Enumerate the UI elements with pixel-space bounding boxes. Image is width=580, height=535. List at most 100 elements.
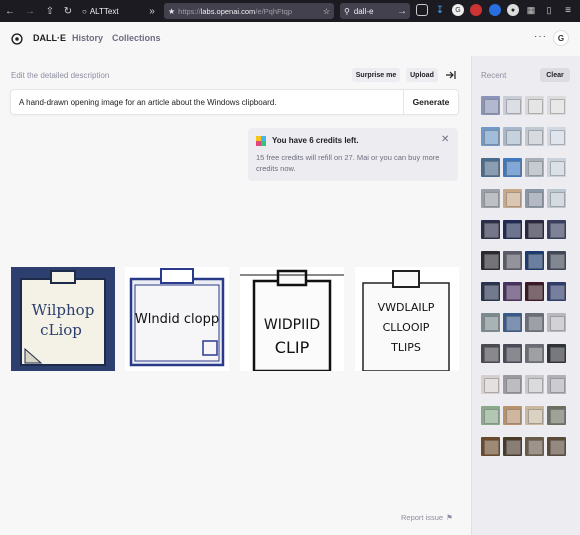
nav-collections[interactable]: Collections [112, 33, 161, 43]
recent-thumbnail[interactable] [503, 344, 522, 363]
recent-thumbnail[interactable] [525, 189, 544, 208]
recent-title: Recent [481, 71, 507, 80]
recent-thumbnail[interactable] [503, 96, 522, 115]
go-arrow-icon[interactable]: → [394, 2, 410, 20]
report-issue-label: Report issue [401, 513, 444, 522]
recent-thumbnail[interactable] [547, 158, 566, 177]
recent-thumbnail[interactable] [547, 344, 566, 363]
bookmark-altext[interactable]: ○ ALTText [82, 3, 119, 19]
recent-grid [481, 96, 573, 456]
recent-thumbnail[interactable] [547, 127, 566, 146]
recent-thumbnail[interactable] [481, 406, 500, 425]
more-options-icon[interactable]: ··· [534, 31, 547, 42]
recent-thumbnail[interactable] [481, 251, 500, 270]
extensions-puzzle-icon[interactable]: ▦ [525, 4, 537, 16]
result-image-3[interactable]: WIDPIID CLIP [240, 267, 344, 371]
prompt-text[interactable]: A hand-drawn opening image for an articl… [19, 98, 277, 107]
result-image-4[interactable]: VWDLAILP CLLOOIP TLIPS [355, 267, 459, 371]
pocket-icon[interactable] [416, 4, 428, 16]
recent-thumbnail[interactable] [503, 313, 522, 332]
back-icon[interactable]: ← [2, 2, 18, 20]
bookmark-star-icon[interactable]: ☆ [323, 7, 330, 16]
recent-thumbnail[interactable] [525, 158, 544, 177]
search-text: dall-e [353, 6, 374, 16]
avatar[interactable]: G [553, 30, 569, 46]
recent-thumbnail[interactable] [525, 127, 544, 146]
recent-thumbnail[interactable] [525, 251, 544, 270]
recent-thumbnail[interactable] [503, 282, 522, 301]
recent-thumbnail[interactable] [547, 375, 566, 394]
credits-notice: You have 6 credits left. 15 free credits… [248, 128, 458, 181]
globe-icon: ○ [82, 6, 87, 16]
openai-logo-icon[interactable] [10, 32, 24, 46]
generate-button[interactable]: Generate [404, 90, 458, 114]
recent-thumbnail[interactable] [503, 437, 522, 456]
recent-thumbnail[interactable] [481, 375, 500, 394]
home-upload-icon[interactable]: ⇧ [42, 2, 58, 20]
app-name[interactable]: DALL·E [33, 33, 66, 43]
recent-thumbnail[interactable] [503, 127, 522, 146]
forward-icon[interactable]: → [22, 2, 38, 20]
browser-toolbar: ← → ⇧ ↻ ○ ALTText » ★ https://labs.opena… [0, 0, 580, 22]
report-issue-link[interactable]: Report issue ⚑ [401, 513, 453, 522]
downloads-icon[interactable]: ↧ [434, 4, 446, 16]
nav-history[interactable]: History [72, 33, 103, 43]
recent-thumbnail[interactable] [525, 375, 544, 394]
reload-icon[interactable]: ↻ [60, 2, 76, 20]
recent-thumbnail[interactable] [503, 220, 522, 239]
recent-thumbnail[interactable] [547, 406, 566, 425]
result-image-1[interactable]: Wilphop cLiop [11, 267, 115, 371]
result-image-2[interactable]: Wlndid clopp [125, 267, 229, 371]
recent-thumbnail[interactable] [547, 220, 566, 239]
recent-thumbnail[interactable] [481, 282, 500, 301]
prompt-input[interactable]: A hand-drawn opening image for an articl… [11, 90, 458, 114]
recent-thumbnail[interactable] [547, 437, 566, 456]
recent-thumbnail[interactable] [547, 282, 566, 301]
recent-thumbnail[interactable] [481, 220, 500, 239]
close-icon[interactable]: ✕ [441, 134, 449, 145]
upload-button[interactable]: Upload [406, 68, 438, 82]
recent-thumbnail[interactable] [503, 158, 522, 177]
recent-thumbnail[interactable] [525, 344, 544, 363]
recent-thumbnail[interactable] [547, 96, 566, 115]
recent-thumbnail[interactable] [481, 127, 500, 146]
clear-button[interactable]: Clear [540, 68, 570, 82]
recent-thumbnail[interactable] [525, 96, 544, 115]
recent-thumbnail[interactable] [481, 313, 500, 332]
credits-body: 15 free credits will refill on 27. Mai o… [256, 153, 440, 173]
surprise-me-button[interactable]: Surprise me [352, 68, 400, 82]
url-domain: labs.openai.com [200, 6, 256, 16]
recent-thumbnail[interactable] [525, 313, 544, 332]
result-4-line-3: TLIPS [390, 341, 421, 354]
url-path: /e/PqhFtqp [255, 6, 293, 16]
recent-thumbnail[interactable] [525, 220, 544, 239]
recent-thumbnail[interactable] [481, 344, 500, 363]
menu-icon[interactable]: ≡ [562, 4, 574, 16]
recent-thumbnail[interactable] [547, 189, 566, 208]
sidebar-toggle-icon[interactable]: ▯ [543, 4, 555, 16]
extension-red-icon[interactable] [470, 4, 482, 16]
recent-thumbnail[interactable] [525, 437, 544, 456]
collapse-sidebar-icon[interactable] [445, 69, 457, 81]
credits-title: You have 6 credits left. [272, 136, 359, 145]
recent-thumbnail[interactable] [503, 406, 522, 425]
recent-thumbnail[interactable] [547, 251, 566, 270]
recent-thumbnail[interactable] [481, 189, 500, 208]
recent-thumbnail[interactable] [547, 313, 566, 332]
recent-thumbnail[interactable] [481, 437, 500, 456]
recent-thumbnail[interactable] [525, 406, 544, 425]
extension-shield-icon[interactable] [489, 4, 501, 16]
extension-g-icon[interactable]: G [452, 4, 464, 16]
clipboard-drawing: Wilphop cLiop [11, 267, 115, 371]
recent-thumbnail[interactable] [503, 189, 522, 208]
url-bar[interactable]: ★ https://labs.openai.com/e/PqhFtqp ☆ [164, 3, 334, 19]
extension-circle-icon[interactable]: ● [507, 4, 519, 16]
recent-thumbnail[interactable] [481, 158, 500, 177]
recent-thumbnail[interactable] [503, 375, 522, 394]
result-4-line-2: CLLOOIP [383, 321, 430, 334]
overflow-chevron-icon[interactable]: » [144, 2, 160, 20]
recent-thumbnail[interactable] [481, 96, 500, 115]
recent-thumbnail[interactable] [525, 282, 544, 301]
recent-thumbnail[interactable] [503, 251, 522, 270]
flag-icon: ⚑ [446, 513, 453, 522]
